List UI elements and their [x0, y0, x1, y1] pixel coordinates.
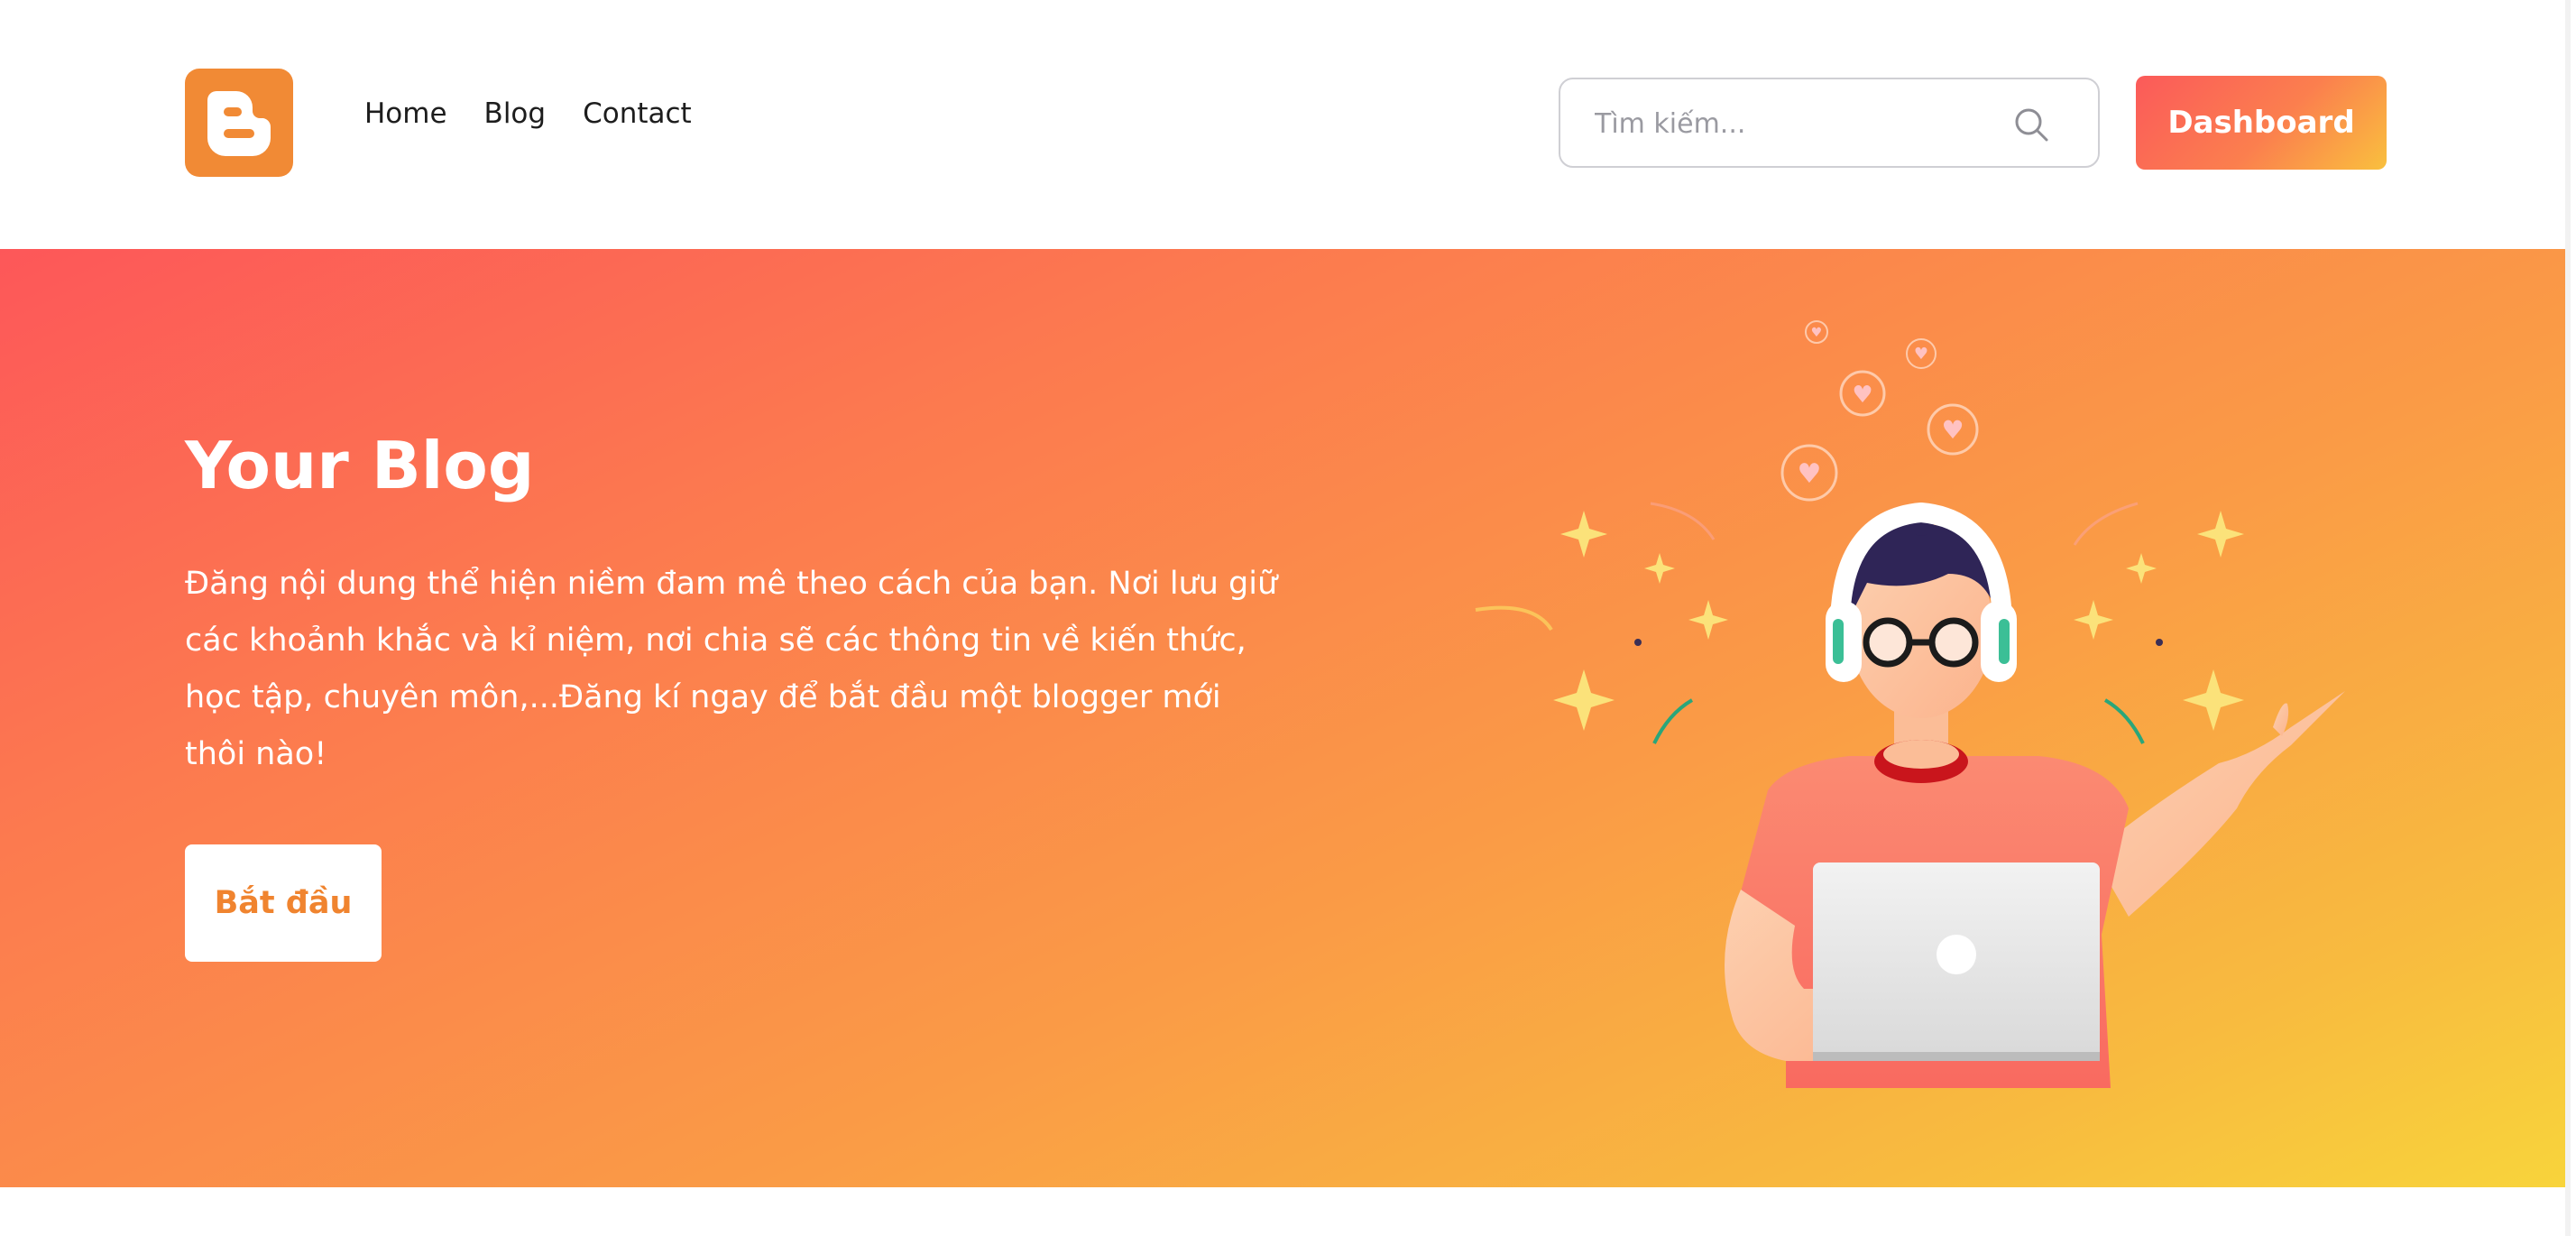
blogger-with-laptop-illustration: ♥ ♥ ♥ ♥ ♥ [1475, 320, 2345, 1088]
headphone-right-accent [1999, 619, 2010, 664]
confetti-dot-left [1634, 639, 1642, 646]
confetti-streak-left [1475, 605, 1553, 632]
nav-home[interactable]: Home [364, 97, 447, 130]
site-header: Home Blog Contact Dashboard [0, 0, 2571, 249]
svg-text:♥: ♥ [1941, 415, 1964, 445]
confetti-streak-green-right [2103, 698, 2145, 744]
confetti-streak-green-left [1652, 698, 1694, 744]
blogger-logo-icon[interactable] [185, 69, 293, 177]
search-input[interactable] [1595, 99, 1992, 148]
scrollbar[interactable] [2565, 0, 2571, 1236]
confetti-streak-pink-right [2073, 502, 2139, 546]
svg-text:♥: ♥ [1798, 458, 1822, 490]
collar-inner [1883, 740, 1959, 769]
search-box [1559, 78, 2100, 168]
svg-text:♥: ♥ [1914, 345, 1928, 364]
page-bottom-strip [0, 1187, 2571, 1236]
hero-section: Your Blog Đăng nội dung thể hiện niềm đa… [0, 249, 2571, 1187]
hero-description: Đăng nội dung thể hiện niềm đam mê theo … [185, 566, 1278, 772]
blogger-b-glyph [207, 91, 271, 156]
heart-bubbles: ♥ ♥ ♥ ♥ ♥ [1780, 320, 1979, 502]
search-icon[interactable] [2011, 105, 2051, 144]
headphone-left-accent [1833, 619, 1844, 664]
dashboard-button[interactable]: Dashboard [2136, 76, 2387, 170]
confetti-dot-right [2156, 639, 2163, 646]
laptop-base [1813, 1052, 2100, 1061]
laptop-logo [1937, 935, 1976, 974]
nav-blog[interactable]: Blog [484, 97, 547, 130]
page: Home Blog Contact Dashboard Your Blog Đă… [0, 0, 2571, 1236]
confetti-streak-pink-left [1650, 502, 1716, 540]
svg-text:♥: ♥ [1811, 326, 1823, 340]
hero-title: Your Blog [185, 428, 535, 503]
nav-contact[interactable]: Contact [583, 97, 692, 130]
main-nav: Home Blog Contact [364, 97, 692, 130]
start-button[interactable]: Bắt đầu [185, 844, 382, 962]
svg-text:♥: ♥ [1852, 382, 1872, 409]
